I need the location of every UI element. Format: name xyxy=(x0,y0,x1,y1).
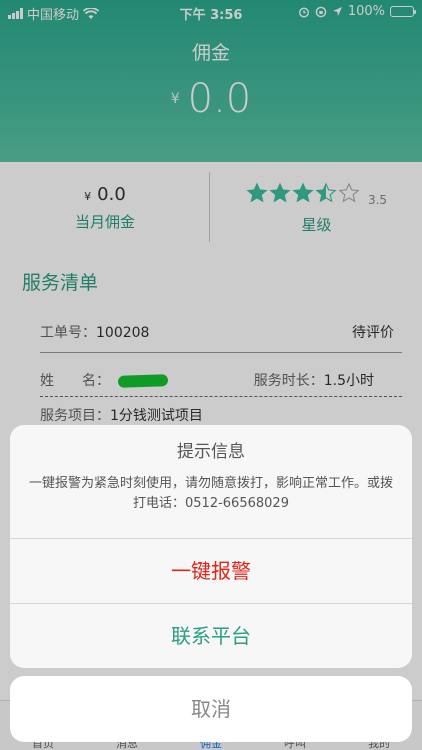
emergency-alarm-button[interactable]: 一键报警 xyxy=(10,538,412,602)
cancel-button[interactable]: 取消 xyxy=(10,676,412,742)
sheet-title: 提示信息 xyxy=(177,442,245,462)
contact-platform-button[interactable]: 联系平台 xyxy=(10,603,412,667)
sheet-message: 一键报警为紧急时刻使用，请勿随意拨打，影响正常工作。或拨打电话：0512-665… xyxy=(28,476,393,511)
alert-action-sheet: 提示信息 一键报警为紧急时刻使用，请勿随意拨打，影响正常工作。或拨打电话：051… xyxy=(10,425,412,668)
sheet-header: 提示信息 一键报警为紧急时刻使用，请勿随意拨打，影响正常工作。或拨打电话：051… xyxy=(10,425,412,538)
